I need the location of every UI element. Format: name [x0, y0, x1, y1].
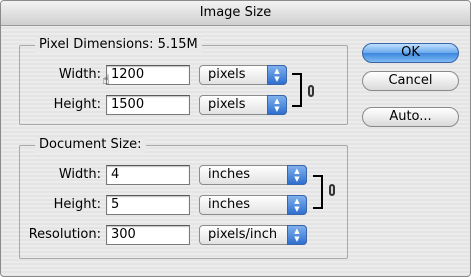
hand-cursor-icon: ☝ [102, 73, 110, 88]
pixel-dimensions-label: Pixel Dimensions: [39, 37, 154, 52]
pixel-dimensions-title: Pixel Dimensions: 5.15M [35, 37, 202, 53]
popup-arrows-icon: ▲ ▼ [287, 195, 307, 215]
doc-width-unit: inches [208, 167, 251, 182]
pixel-height-unit-popup[interactable]: pixels ▲ ▼ [199, 95, 287, 115]
popup-arrows-icon: ▲ ▼ [287, 225, 307, 245]
pixel-constrain-bracket [292, 73, 302, 107]
doc-height-field[interactable]: 5 [106, 195, 190, 215]
pixel-height-field[interactable]: 1500 [106, 95, 190, 115]
resolution-unit-popup[interactable]: pixels/inch ▲ ▼ [199, 225, 307, 245]
resolution-field[interactable]: 300 [106, 225, 190, 245]
popup-arrows-icon: ▲ ▼ [267, 65, 287, 85]
pixel-dimensions-size: 5.15M [157, 37, 198, 52]
image-size-dialog: Image Size Pixel Dimensions: 5.15M Width… [0, 0, 471, 277]
window-title: Image Size [1, 1, 470, 26]
doc-height-unit-popup[interactable]: inches ▲ ▼ [199, 195, 307, 215]
popup-arrows-icon: ▲ ▼ [267, 95, 287, 115]
popup-arrows-icon: ▲ ▼ [287, 165, 307, 185]
resolution-unit: pixels/inch [208, 227, 278, 242]
doc-width-unit-popup[interactable]: inches ▲ ▼ [199, 165, 307, 185]
pixel-width-unit-popup[interactable]: pixels ▲ ▼ [199, 65, 287, 85]
doc-height-unit: inches [208, 197, 251, 212]
doc-width-field[interactable]: 4 [106, 165, 190, 185]
resolution-label: Resolution: [28, 227, 101, 242]
doc-width-label: Width: [58, 167, 101, 182]
ok-button[interactable]: OK [362, 43, 459, 63]
cancel-button[interactable]: Cancel [362, 71, 459, 91]
pixel-width-unit: pixels [208, 67, 246, 82]
pixel-height-unit: pixels [208, 97, 246, 112]
auto-button[interactable]: Auto... [362, 107, 459, 127]
link-icon [329, 184, 335, 196]
pixel-width-field[interactable]: 1200 [106, 65, 190, 85]
pixel-width-label: Width: [58, 67, 101, 82]
document-size-title: Document Size: [35, 137, 146, 153]
link-icon [308, 85, 314, 97]
doc-constrain-bracket [313, 175, 323, 209]
pixel-height-label: Height: [53, 97, 101, 112]
doc-height-label: Height: [53, 197, 101, 212]
